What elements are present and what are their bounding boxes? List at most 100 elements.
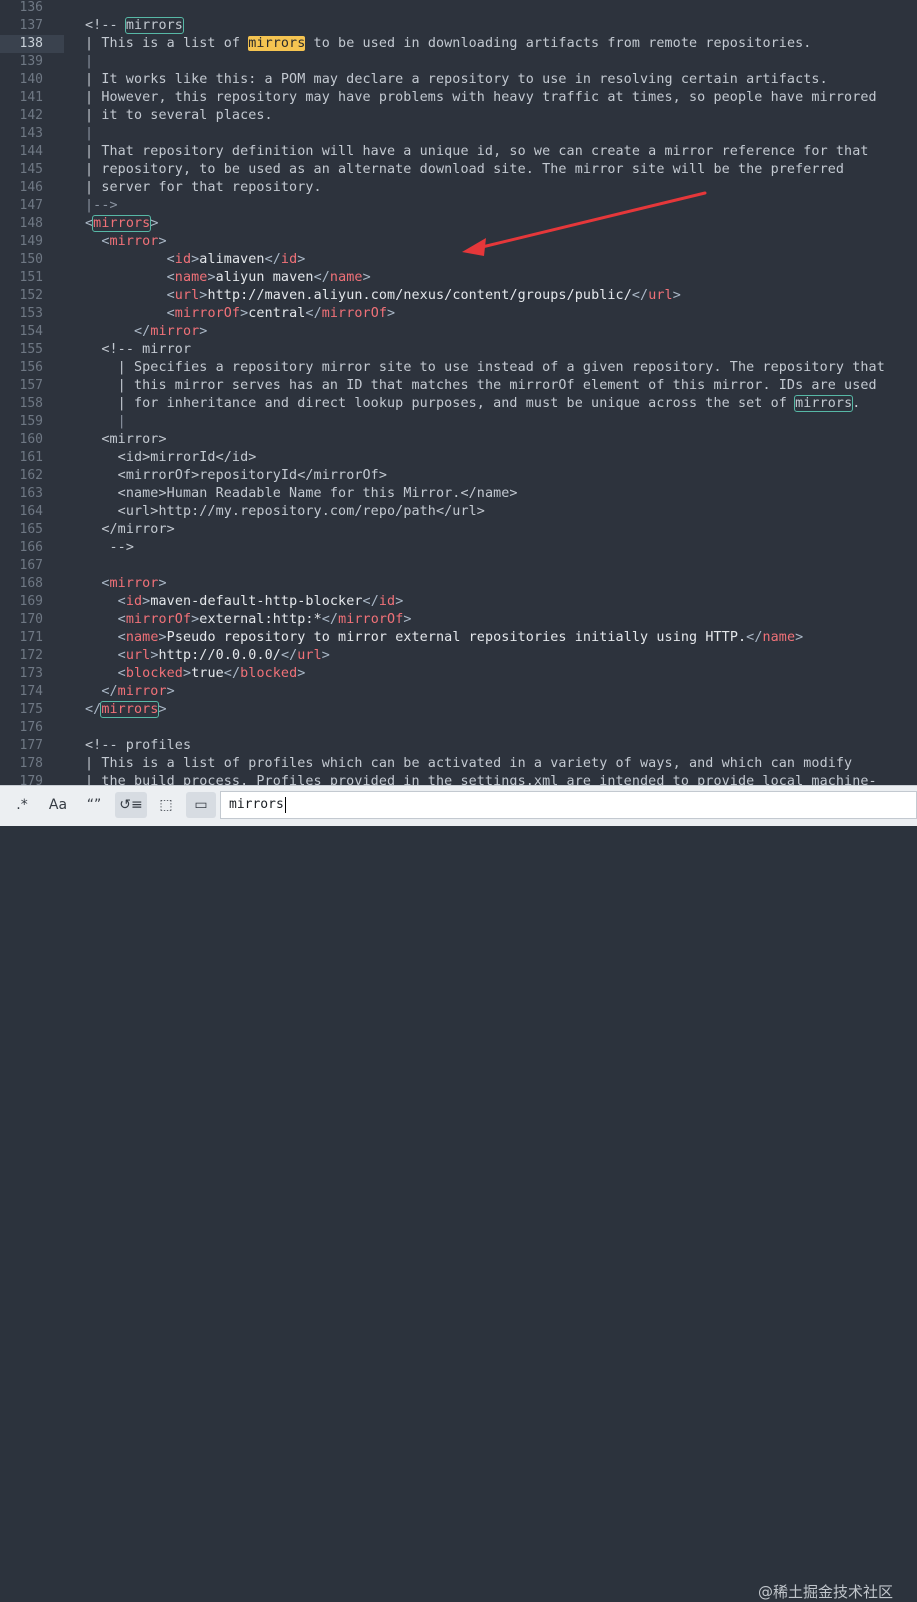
code-line[interactable]: 162 <mirrorOf>repositoryId</mirrorOf> (0, 467, 917, 485)
code-line[interactable]: 140 | It works like this: a POM may decla… (0, 71, 917, 89)
code-text: <name>Pseudo repository to mirror extern… (85, 629, 804, 647)
code-token: > (158, 630, 167, 645)
code-line[interactable]: 149 <mirror> (0, 233, 917, 251)
code-line[interactable]: 173 <blocked>true</blocked> (0, 665, 917, 683)
line-number: 162 (19, 468, 43, 483)
code-token: </ (362, 594, 379, 609)
code-line[interactable]: 168 <mirror> (0, 575, 917, 593)
line-number: 154 (19, 324, 43, 339)
code-token: mirrorOf (338, 612, 404, 627)
find-input[interactable]: mirrors (220, 791, 917, 819)
code-line[interactable]: 141 | However, this repository may have p… (0, 89, 917, 107)
code-text: <id>mirrorId</id> (85, 449, 257, 467)
code-token: | repository, to be used as an alternate… (85, 162, 845, 177)
code-line[interactable]: 159 | (0, 413, 917, 431)
code-token: <mirror> (101, 432, 167, 447)
code-editor[interactable]: 136 137 <!-- mirrors 138 | This is a list of… (0, 0, 917, 785)
code-line[interactable]: 166 --> (0, 539, 917, 557)
line-number: 141 (19, 90, 43, 105)
code-line[interactable]: 156 | Specifies a repository mirror site… (0, 359, 917, 377)
code-token: > (297, 252, 306, 267)
code-token: name (329, 270, 363, 285)
code-text: | However, this repository may have prob… (85, 89, 877, 107)
code-line[interactable]: 144 | That repository definition will hav… (0, 143, 917, 161)
code-text: | That repository definition will have a… (85, 143, 869, 161)
code-line[interactable]: 145 | repository, to be used as an altern… (0, 161, 917, 179)
code-line[interactable]: 139 | (0, 53, 917, 71)
code-line[interactable]: 155 <!-- mirror (0, 341, 917, 359)
code-token: mirror (150, 324, 200, 339)
code-line[interactable]: 174 </mirror> (0, 683, 917, 701)
code-line[interactable]: 154 </mirror> (0, 323, 917, 341)
in-selection-toggle-button[interactable]: ⬚ (152, 792, 180, 818)
code-token: </ (264, 252, 281, 267)
code-token: mirrorOf (174, 306, 241, 321)
code-line[interactable]: 142 | it to several places. (0, 107, 917, 125)
code-line[interactable]: 171 <name>Pseudo repository to mirror ex… (0, 629, 917, 647)
code-text: | this mirror serves has an ID that matc… (85, 377, 877, 395)
code-line[interactable]: 150 <id>alimaven</id> (0, 251, 917, 269)
code-line[interactable]: 177 <!-- profiles (0, 737, 917, 755)
code-line[interactable]: 158 | for inheritance and direct lookup … (0, 395, 917, 413)
code-line[interactable]: 160 <mirror> (0, 431, 917, 449)
code-token: > (207, 270, 216, 285)
line-number: 173 (19, 666, 43, 681)
code-text: | repository, to be used as an alternate… (85, 161, 844, 179)
code-line[interactable]: 172 <url>http://0.0.0.0/</url> (0, 647, 917, 665)
code-line[interactable]: 176 (0, 719, 917, 737)
code-token: . (852, 396, 861, 411)
code-line[interactable]: 151 <name>aliyun maven</name> (0, 269, 917, 287)
code-line[interactable]: 152 <url>http://maven.aliyun.com/nexus/c… (0, 287, 917, 305)
code-token: mirrors (92, 215, 152, 232)
code-line[interactable]: 146 | server for that repository. (0, 179, 917, 197)
line-number: 145 (19, 162, 43, 177)
code-line[interactable]: 136 (0, 0, 917, 17)
code-line[interactable]: 179 | the build process. Profiles provide… (0, 773, 917, 785)
code-text: <!-- mirror (85, 341, 191, 359)
line-number: 166 (19, 540, 43, 555)
code-line[interactable]: 167 (0, 557, 917, 575)
code-line[interactable]: 170 <mirrorOf>external:http:*</mirrorOf> (0, 611, 917, 629)
code-token: </ (85, 702, 102, 717)
code-token: | (117, 414, 126, 429)
line-number: 174 (19, 684, 43, 699)
code-text: | This is a list of profiles which can b… (85, 755, 852, 773)
code-line[interactable]: 161 <id>mirrorId</id> (0, 449, 917, 467)
code-line[interactable]: 165 </mirror> (0, 521, 917, 539)
code-line[interactable]: 175 </mirrors> (0, 701, 917, 719)
code-token: | the build process. Profiles provided i… (85, 774, 877, 785)
code-line[interactable]: 137 <!-- mirrors (0, 17, 917, 35)
code-line[interactable]: 138 | This is a list of mirrors to be use… (0, 35, 917, 53)
code-line[interactable]: 143 | (0, 125, 917, 143)
code-token: external:http:* (199, 612, 322, 627)
code-token: > (403, 612, 412, 627)
code-text: <url>http://0.0.0.0/</url> (85, 647, 330, 665)
line-number: 158 (19, 396, 43, 411)
code-line[interactable]: 164 <url>http://my.repository.com/repo/p… (0, 503, 917, 521)
code-line[interactable]: 147 |--> (0, 197, 917, 215)
code-line[interactable]: 153 <mirrorOf>central</mirrorOf> (0, 305, 917, 323)
code-line[interactable]: 157 | this mirror serves has an ID that … (0, 377, 917, 395)
whole-word-toggle-button[interactable]: “” (80, 792, 108, 818)
wrap-toggle-button[interactable]: ↺≡ (115, 792, 147, 818)
code-token: <url>http://my.repository.com/repo/path<… (117, 504, 485, 519)
code-text: </mirror> (85, 683, 175, 701)
highlight-matches-toggle-button[interactable]: ▭ (186, 792, 216, 818)
code-token: < (101, 234, 110, 249)
regex-toggle-button[interactable]: .* (8, 792, 36, 818)
code-line[interactable]: 163 <name>Human Readable Name for this M… (0, 485, 917, 503)
code-line[interactable]: 169 <id>maven-default-http-blocker</id> (0, 593, 917, 611)
code-line[interactable]: 178 | This is a list of profiles which ca… (0, 755, 917, 773)
case-sensitive-toggle-button[interactable]: Aa (44, 792, 72, 818)
code-text: <id>maven-default-http-blocker</id> (85, 593, 404, 611)
code-line[interactable]: 148 <mirrors> (0, 215, 917, 233)
line-number: 146 (19, 180, 43, 195)
watermark: @稀土掘金技术社区 (757, 1583, 893, 1601)
